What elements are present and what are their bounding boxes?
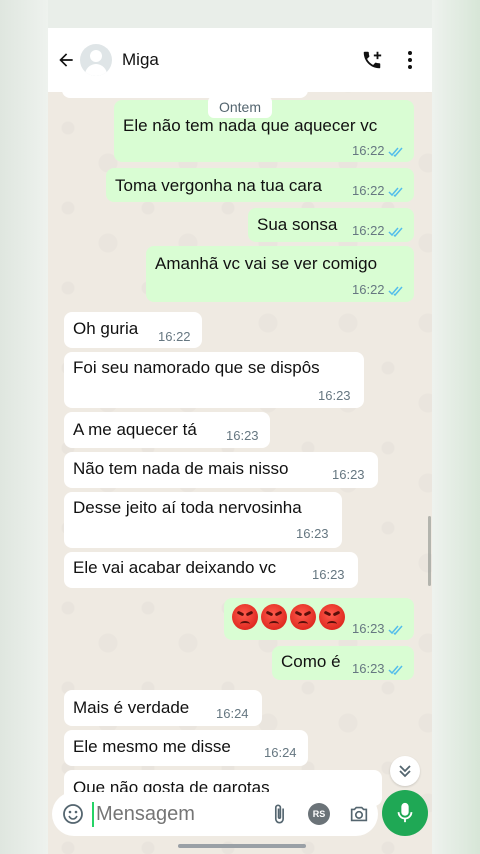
message-time: 16:23 [312, 567, 345, 582]
message-time: 16:23 [318, 388, 351, 403]
chevron-double-down-icon[interactable] [390, 756, 420, 786]
angry-face-icon [261, 604, 287, 630]
double-check-icon [388, 147, 403, 157]
double-check-icon [388, 625, 403, 635]
double-check-icon [388, 286, 403, 296]
message-text: Como é [281, 652, 341, 671]
double-check-icon [388, 665, 403, 675]
avatar[interactable] [80, 44, 112, 76]
backdrop-right [432, 0, 480, 854]
message-time: 16:23 [352, 661, 385, 676]
message-bubble-incoming[interactable]: Ele vai acabar deixando vc 16:23 [64, 552, 358, 588]
date-divider: Ontem [208, 96, 272, 118]
message-bubble-outgoing[interactable]: Amanhã vc vai se ver comigo 16:22 [146, 246, 414, 302]
message-text: A me aquecer tá [73, 420, 197, 439]
add-call-icon[interactable] [360, 48, 384, 72]
message-bubble-incoming[interactable]: Não tem nada de mais nisso 16:23 [64, 452, 378, 488]
message-time: 16:22 [158, 329, 191, 344]
more-vert-icon[interactable] [398, 48, 422, 72]
attach-icon[interactable] [268, 803, 290, 825]
contact-name[interactable]: Miga [122, 50, 159, 70]
message-bubble-incoming[interactable]: Mais é verdade 16:24 [64, 690, 262, 726]
message-time: 16:24 [264, 745, 297, 760]
message-text: Foi seu namorado que se dispôs [73, 358, 320, 377]
message-composer: RS [52, 792, 378, 836]
back-arrow-icon[interactable] [54, 48, 78, 72]
message-text: Mais é verdade [73, 698, 190, 717]
mic-icon [397, 802, 413, 823]
payment-button[interactable]: RS [308, 803, 330, 825]
backdrop-left [0, 0, 48, 854]
home-indicator [178, 844, 306, 848]
mic-button[interactable] [382, 790, 428, 836]
message-text: Desse jeito aí toda nervosinha [73, 498, 302, 517]
angry-face-icon [290, 604, 316, 630]
message-time: 16:23 [296, 526, 329, 541]
message-text: Oh guria [73, 319, 139, 338]
message-text: Ele mesmo me disse [73, 737, 231, 756]
angry-face-icon [232, 604, 258, 630]
message-bubble-incoming[interactable]: Foi seu namorado que se dispôs 16:23 [64, 352, 364, 408]
emoji-message [232, 604, 348, 630]
message-time: 16:23 [332, 467, 365, 482]
message-bubble-outgoing[interactable]: Toma vergonha na tua cara 16:22 [106, 168, 414, 202]
message-bubble-incoming[interactable]: A me aquecer tá 16:23 [64, 412, 270, 448]
message-time: 16:22 [352, 143, 385, 158]
camera-icon[interactable] [348, 803, 370, 825]
scrollbar[interactable] [428, 516, 431, 586]
message-text: Toma vergonha na tua cara [115, 176, 322, 195]
double-check-icon [388, 227, 403, 237]
message-text: Sua sonsa [257, 215, 338, 234]
chat-screen: Miga Ontem Ele não tem nada que aquecer … [48, 28, 432, 854]
message-bubble-incoming[interactable]: Oh guria 16:22 [64, 312, 202, 348]
message-text: Ele não tem nada que aquecer vc [123, 116, 378, 135]
message-text: Ele vai acabar deixando vc [73, 558, 277, 577]
message-bubble-incoming[interactable]: Ele mesmo me disse 16:24 [64, 730, 308, 766]
message-bubble-outgoing[interactable]: 16:23 [224, 598, 414, 640]
message-bubble-outgoing[interactable]: Como é 16:23 [272, 646, 414, 680]
message-input[interactable] [92, 802, 258, 827]
message-bubble-outgoing[interactable]: Sua sonsa 16:22 [248, 208, 414, 242]
message-time: 16:22 [352, 282, 385, 297]
message-bubble-incoming[interactable]: Desse jeito aí toda nervosinha 16:23 [64, 492, 342, 548]
message-time: 16:24 [216, 706, 249, 721]
double-check-icon [388, 187, 403, 197]
message-time: 16:22 [352, 223, 385, 238]
angry-face-icon [319, 604, 345, 630]
message-time: 16:23 [226, 428, 259, 443]
message-text: Amanhã vc vai se ver comigo [155, 254, 378, 273]
message-text: Não tem nada de mais nisso [73, 459, 289, 478]
emoji-icon[interactable] [62, 803, 84, 825]
message-time: 16:23 [352, 621, 385, 636]
message-time: 16:22 [352, 183, 385, 198]
chat-header: Miga [48, 28, 432, 92]
